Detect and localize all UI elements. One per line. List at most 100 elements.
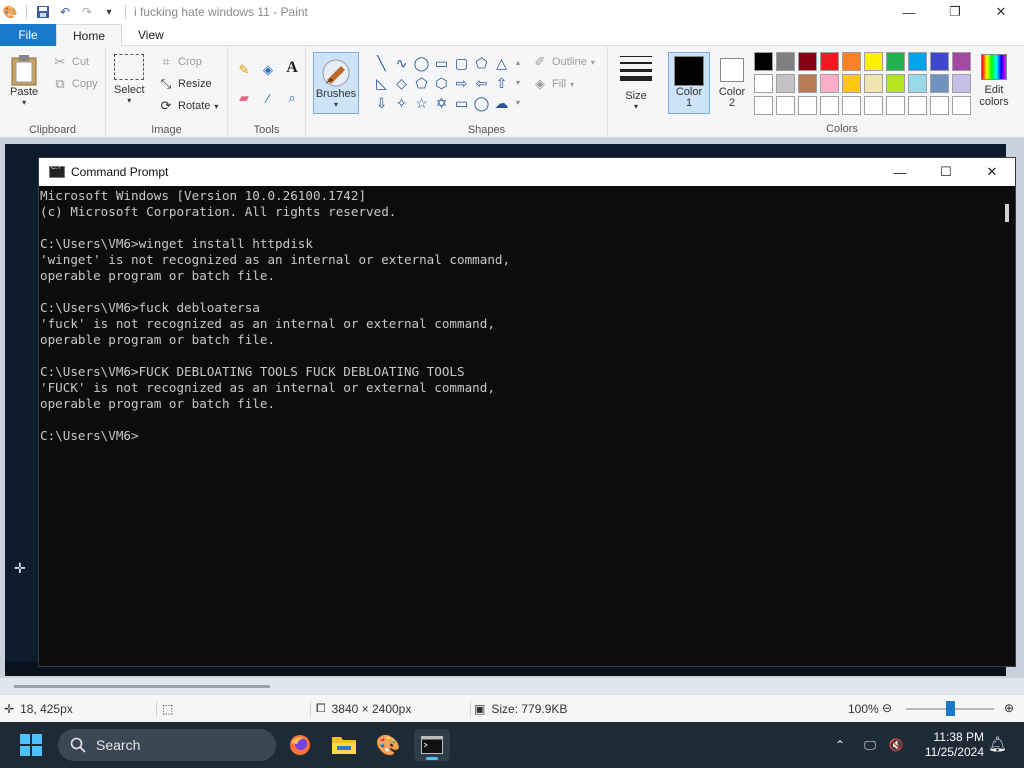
- close-button[interactable]: ✕: [978, 0, 1024, 24]
- palette-swatch[interactable]: [798, 52, 817, 71]
- scroll-up-icon[interactable]: ▴: [516, 58, 520, 67]
- command-prompt-taskbar-button[interactable]: [414, 729, 450, 761]
- palette-swatch[interactable]: [952, 52, 971, 71]
- crop-button[interactable]: ⌗ Crop: [158, 54, 202, 70]
- palette-swatch[interactable]: [754, 96, 773, 115]
- palette-swatch[interactable]: [952, 74, 971, 93]
- show-hidden-icons-chevron-icon[interactable]: ⌃: [830, 738, 850, 752]
- tab-view[interactable]: View: [122, 24, 180, 46]
- shapes-gallery[interactable]: ╲ ∿ ◯ ▭ ▢ ⬠ △ ◺ ◇ ⬠ ⬡ ⇨ ⇦ ⇧ ⇩ ✧ ☆ ✡ ▭ ◯ ☁: [372, 54, 511, 113]
- five-point-star-icon[interactable]: ☆: [412, 94, 431, 113]
- paste-button[interactable]: Paste ▾: [10, 54, 38, 107]
- text-icon[interactable]: A: [284, 59, 300, 76]
- down-arrow-icon[interactable]: ⇩: [372, 94, 391, 113]
- line-icon[interactable]: ╲: [372, 54, 391, 73]
- palette-swatch[interactable]: [776, 52, 795, 71]
- palette-swatch[interactable]: [930, 52, 949, 71]
- palette-swatch[interactable]: [952, 96, 971, 115]
- rotate-button[interactable]: ⟳ Rotate ▾: [158, 98, 219, 114]
- diamond-icon[interactable]: ◇: [392, 74, 411, 93]
- outline-button[interactable]: ✐ Outline ▾: [532, 54, 595, 70]
- firefox-taskbar-button[interactable]: [282, 729, 318, 761]
- palette-swatch[interactable]: [754, 74, 773, 93]
- callout-rect-icon[interactable]: ▭: [452, 94, 471, 113]
- oval-icon[interactable]: ◯: [412, 54, 431, 73]
- network-icon[interactable]: 🖵: [856, 738, 884, 753]
- paint-taskbar-button[interactable]: 🎨: [370, 729, 406, 761]
- palette-swatch[interactable]: [820, 74, 839, 93]
- zoom-out-icon[interactable]: ⊖: [882, 701, 892, 715]
- restore-button[interactable]: ❐: [932, 0, 978, 24]
- cmd-maximize-button[interactable]: ☐: [923, 158, 969, 186]
- file-explorer-taskbar-button[interactable]: [326, 729, 362, 761]
- palette-swatch[interactable]: [842, 96, 861, 115]
- taskbar-clock[interactable]: 11:38 PM 11/25/2024: [914, 730, 984, 760]
- palette-swatch[interactable]: [820, 52, 839, 71]
- resize-button[interactable]: ⤡ Resize: [158, 76, 212, 92]
- palette-swatch[interactable]: [908, 74, 927, 93]
- right-triangle-icon[interactable]: ◺: [372, 74, 391, 93]
- palette-swatch[interactable]: [908, 96, 927, 115]
- start-button[interactable]: [20, 734, 42, 756]
- undo-icon[interactable]: ↶: [57, 4, 73, 20]
- palette-swatch[interactable]: [754, 52, 773, 71]
- palette-swatch[interactable]: [886, 74, 905, 93]
- redo-icon[interactable]: ↷: [79, 4, 95, 20]
- pencil-icon[interactable]: ✎: [236, 62, 252, 78]
- hexagon-icon[interactable]: ⬡: [432, 74, 451, 93]
- polygon-icon[interactable]: ⬠: [472, 54, 491, 73]
- customize-quick-access-icon[interactable]: ▾: [101, 4, 117, 20]
- rounded-rectangle-icon[interactable]: ▢: [452, 54, 471, 73]
- eraser-icon[interactable]: ▰: [236, 90, 252, 106]
- taskbar-search[interactable]: Search: [58, 729, 276, 761]
- console-output[interactable]: Microsoft Windows [Version 10.0.26100.17…: [39, 186, 1015, 444]
- cloud-icon[interactable]: ☁: [492, 94, 511, 113]
- curve-icon[interactable]: ∿: [392, 54, 411, 73]
- palette-swatch[interactable]: [820, 96, 839, 115]
- select-button[interactable]: Select ▾: [114, 54, 145, 105]
- command-prompt-title-bar[interactable]: Command Prompt — ☐ ✕: [39, 158, 1015, 186]
- palette-swatch[interactable]: [864, 96, 883, 115]
- palette-swatch[interactable]: [886, 96, 905, 115]
- notifications-bell-icon[interactable]: 🔔︎: [988, 735, 1007, 753]
- left-arrow-icon[interactable]: ⇦: [472, 74, 491, 93]
- palette-swatch[interactable]: [908, 52, 927, 71]
- cmd-minimize-button[interactable]: —: [877, 158, 923, 186]
- color-picker-icon[interactable]: ⁄: [260, 90, 276, 106]
- palette-swatch[interactable]: [930, 96, 949, 115]
- pentagon-icon[interactable]: ⬠: [412, 74, 431, 93]
- palette-swatch[interactable]: [798, 96, 817, 115]
- color2-button[interactable]: Color 2: [714, 54, 750, 109]
- cut-button[interactable]: ✂ Cut: [52, 54, 90, 70]
- more-shapes-icon[interactable]: ▾: [516, 98, 520, 107]
- command-prompt-window[interactable]: Command Prompt — ☐ ✕ Microsoft Windows […: [38, 157, 1016, 667]
- palette-swatch[interactable]: [864, 74, 883, 93]
- copy-button[interactable]: ⧉ Copy: [52, 76, 97, 92]
- palette-swatch[interactable]: [776, 96, 795, 115]
- cmd-close-button[interactable]: ✕: [969, 158, 1015, 186]
- tab-home[interactable]: Home: [56, 24, 123, 47]
- callout-oval-icon[interactable]: ◯: [472, 94, 491, 113]
- right-arrow-icon[interactable]: ⇨: [452, 74, 471, 93]
- palette-swatch[interactable]: [842, 52, 861, 71]
- tab-file[interactable]: File: [0, 24, 56, 46]
- palette-swatch[interactable]: [798, 74, 817, 93]
- four-point-star-icon[interactable]: ✧: [392, 94, 411, 113]
- zoom-slider-thumb[interactable]: [946, 701, 955, 716]
- magnifier-icon[interactable]: ⌕: [284, 90, 300, 106]
- zoom-in-icon[interactable]: ⊕: [1004, 701, 1014, 715]
- edit-colors-button[interactable]: Edit colors: [974, 54, 1014, 108]
- fill-button[interactable]: ◈ Fill ▾: [532, 76, 574, 92]
- fill-bucket-icon[interactable]: ◈: [260, 62, 276, 78]
- six-point-star-icon[interactable]: ✡: [432, 94, 451, 113]
- palette-swatch[interactable]: [776, 74, 795, 93]
- rectangle-icon[interactable]: ▭: [432, 54, 451, 73]
- up-arrow-icon[interactable]: ⇧: [492, 74, 511, 93]
- size-button[interactable]: Size ▾: [616, 54, 656, 111]
- scroll-down-icon[interactable]: ▾: [516, 78, 520, 87]
- brushes-button[interactable]: Brushes ▾: [313, 52, 359, 114]
- triangle-icon[interactable]: △: [492, 54, 511, 73]
- minimize-button[interactable]: —: [886, 0, 932, 24]
- horizontal-scrollbar[interactable]: [14, 685, 270, 688]
- palette-swatch[interactable]: [930, 74, 949, 93]
